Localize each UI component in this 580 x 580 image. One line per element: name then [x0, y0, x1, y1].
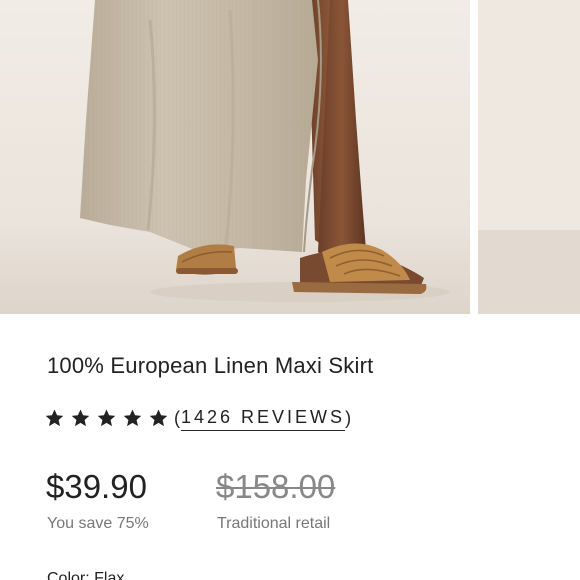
- color-selection-label: Color: Flax: [47, 570, 125, 580]
- star-icon: [71, 409, 90, 427]
- sale-price: $39.90: [46, 468, 147, 505]
- reviews-link[interactable]: ( 1426 REVIEWS ): [174, 405, 352, 431]
- star-icon: [123, 409, 142, 427]
- product-photo: [0, 0, 470, 314]
- rating-row: ( 1426 REVIEWS ): [44, 403, 352, 433]
- image-gallery[interactable]: [0, 0, 580, 314]
- product-image-next[interactable]: [478, 0, 580, 314]
- star-icon: [149, 409, 168, 427]
- product-photo-next: [478, 0, 580, 314]
- reviews-count: 1426 REVIEWS: [181, 407, 346, 431]
- reviews-paren-close: ): [345, 407, 353, 428]
- savings-text: You save 75%: [47, 515, 149, 532]
- original-price: $158.00: [216, 468, 336, 505]
- product-title: 100% European Linen Maxi Skirt: [47, 353, 374, 378]
- original-price-label: Traditional retail: [217, 515, 331, 532]
- star-rating: [44, 408, 174, 428]
- product-page: 100% European Linen Maxi Skirt ( 1426 RE…: [0, 0, 580, 580]
- reviews-paren-open: (: [174, 407, 181, 428]
- star-icon: [97, 409, 116, 427]
- star-icon: [45, 409, 64, 427]
- product-image-main[interactable]: [0, 0, 470, 314]
